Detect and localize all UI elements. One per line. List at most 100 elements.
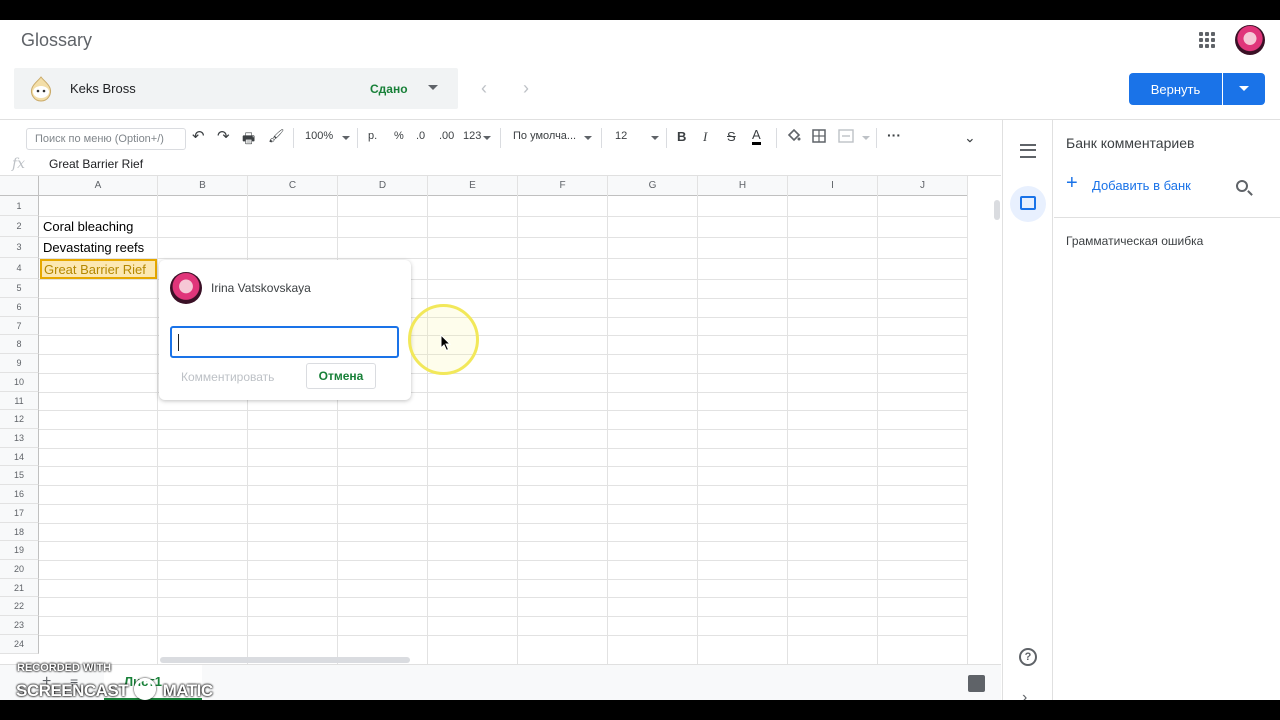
comment-bank-item[interactable]: Грамматическая ошибка	[1066, 234, 1203, 248]
return-options-button[interactable]	[1223, 73, 1265, 105]
row-header[interactable]: 3	[0, 237, 39, 258]
row-header[interactable]: 5	[0, 279, 39, 298]
formula-bar-input[interactable]: Great Barrier Rief	[49, 157, 143, 171]
row-header[interactable]: 15	[0, 466, 39, 485]
font-size-select[interactable]: 12	[615, 130, 627, 142]
merge-cells-icon[interactable]	[838, 129, 854, 143]
gridline	[39, 504, 968, 505]
mouse-pointer-icon	[440, 334, 452, 352]
toolbar-divider	[500, 128, 501, 148]
column-header[interactable]: J	[878, 176, 968, 196]
decrease-decimal-button[interactable]: .0	[416, 130, 425, 142]
select-all-corner[interactable]	[0, 176, 39, 196]
number-format-select[interactable]: 123	[463, 130, 481, 142]
chevron-left-icon[interactable]: ‹	[481, 78, 487, 99]
paint-format-icon[interactable]: 🖌	[268, 128, 285, 144]
menu-search-input[interactable]: Поиск по меню (Option+/)	[26, 128, 186, 150]
borders-icon[interactable]	[812, 129, 826, 143]
row-header[interactable]: 1	[0, 196, 39, 216]
print-icon[interactable]: 🖶	[242, 128, 255, 152]
vertical-scroll-thumb[interactable]	[994, 200, 1000, 220]
row-header[interactable]: 10	[0, 373, 39, 392]
toolbar-divider	[876, 128, 877, 148]
row-header[interactable]: 19	[0, 541, 39, 560]
cell-a4-selected[interactable]: Great Barrier Rief	[40, 259, 157, 279]
undo-icon[interactable]: ↶	[192, 127, 205, 145]
explore-icon[interactable]	[968, 675, 985, 692]
row-header[interactable]: 23	[0, 616, 39, 635]
row-header[interactable]: 8	[0, 335, 39, 354]
italic-button[interactable]: I	[703, 129, 707, 145]
cancel-button[interactable]: Отмена	[306, 363, 376, 389]
column-header[interactable]: D	[338, 176, 428, 196]
gridline	[39, 237, 968, 238]
redo-icon[interactable]: ↷	[217, 127, 230, 145]
row-header[interactable]: 9	[0, 354, 39, 373]
collapse-toolbar-icon[interactable]: ⌃	[964, 128, 976, 145]
panel-divider	[1054, 217, 1280, 218]
gridline	[877, 196, 878, 666]
fill-color-icon[interactable]	[786, 128, 801, 144]
plus-icon[interactable]: +	[1066, 172, 1078, 195]
apps-grid-icon[interactable]	[1199, 32, 1215, 48]
screencast-logo-icon	[134, 678, 157, 700]
return-button[interactable]: Вернуть	[1129, 73, 1222, 105]
gridline	[787, 196, 788, 666]
bold-button[interactable]: B	[677, 129, 686, 144]
row-header[interactable]: 21	[0, 579, 39, 597]
help-icon[interactable]: ?	[1019, 648, 1037, 666]
chevron-down-icon[interactable]	[428, 85, 438, 90]
cell-a2[interactable]: Coral bleaching	[43, 219, 133, 234]
column-header[interactable]: G	[608, 176, 698, 196]
gridline	[39, 597, 968, 598]
increase-decimal-button[interactable]: .00	[439, 130, 454, 142]
comment-bank-panel: Банк комментариев + Добавить в банк Грам…	[1054, 120, 1280, 700]
column-header[interactable]: F	[518, 176, 608, 196]
strikethrough-button[interactable]: S	[727, 129, 736, 144]
font-select[interactable]: По умолча...	[513, 130, 576, 142]
watermark-recorded-with: RECORDED WITH	[17, 662, 112, 674]
row-header[interactable]: 14	[0, 448, 39, 466]
gridline	[697, 196, 698, 666]
column-header[interactable]: A	[39, 176, 158, 196]
comment-submit-button[interactable]: Комментировать	[181, 370, 274, 384]
row-header[interactable]: 7	[0, 317, 39, 335]
vertical-scrollbar[interactable]	[992, 196, 1001, 656]
column-header[interactable]: I	[788, 176, 878, 196]
more-options-icon[interactable]: ···	[887, 127, 901, 143]
spreadsheet-grid[interactable]: A B C D E F G H I J 1 2 3 4 5 6 7 8 9 10…	[0, 176, 1001, 666]
column-header[interactable]: C	[248, 176, 338, 196]
currency-format-button[interactable]: р.	[368, 130, 377, 142]
chevron-right-icon[interactable]: ›	[523, 78, 529, 99]
add-to-bank-button[interactable]: Добавить в банк	[1092, 178, 1191, 193]
comment-input[interactable]	[170, 326, 399, 358]
row-header[interactable]: 2	[0, 216, 39, 237]
row-header[interactable]: 4	[0, 258, 39, 279]
column-header[interactable]: E	[428, 176, 518, 196]
row-header[interactable]: 24	[0, 635, 39, 654]
chevron-right-icon[interactable]: ›	[1022, 689, 1027, 700]
horizontal-scroll-thumb[interactable]	[160, 657, 410, 663]
rubric-list-icon[interactable]	[1020, 144, 1036, 158]
comment-popup: Irina Vatskovskaya Комментировать Отмена	[159, 260, 411, 400]
column-header[interactable]: H	[698, 176, 788, 196]
row-header[interactable]: 6	[0, 298, 39, 317]
zoom-select[interactable]: 100%	[305, 130, 333, 142]
row-header[interactable]: 12	[0, 410, 39, 429]
side-panel-rail: ? ›	[1002, 120, 1053, 700]
row-header[interactable]: 22	[0, 597, 39, 616]
row-header[interactable]: 13	[0, 429, 39, 448]
student-selector[interactable]: Keks Bross Сдано	[14, 68, 458, 109]
row-header[interactable]: 16	[0, 485, 39, 504]
row-header[interactable]: 17	[0, 504, 39, 523]
search-icon[interactable]	[1236, 180, 1248, 192]
gridline	[967, 196, 968, 666]
cell-a3[interactable]: Devastating reefs	[43, 240, 144, 255]
text-color-button[interactable]: A	[752, 127, 761, 145]
column-header[interactable]: B	[158, 176, 248, 196]
row-header[interactable]: 20	[0, 560, 39, 579]
row-header[interactable]: 18	[0, 523, 39, 541]
account-avatar[interactable]	[1235, 25, 1265, 55]
row-header[interactable]: 11	[0, 392, 39, 410]
percent-format-button[interactable]: %	[394, 130, 404, 142]
